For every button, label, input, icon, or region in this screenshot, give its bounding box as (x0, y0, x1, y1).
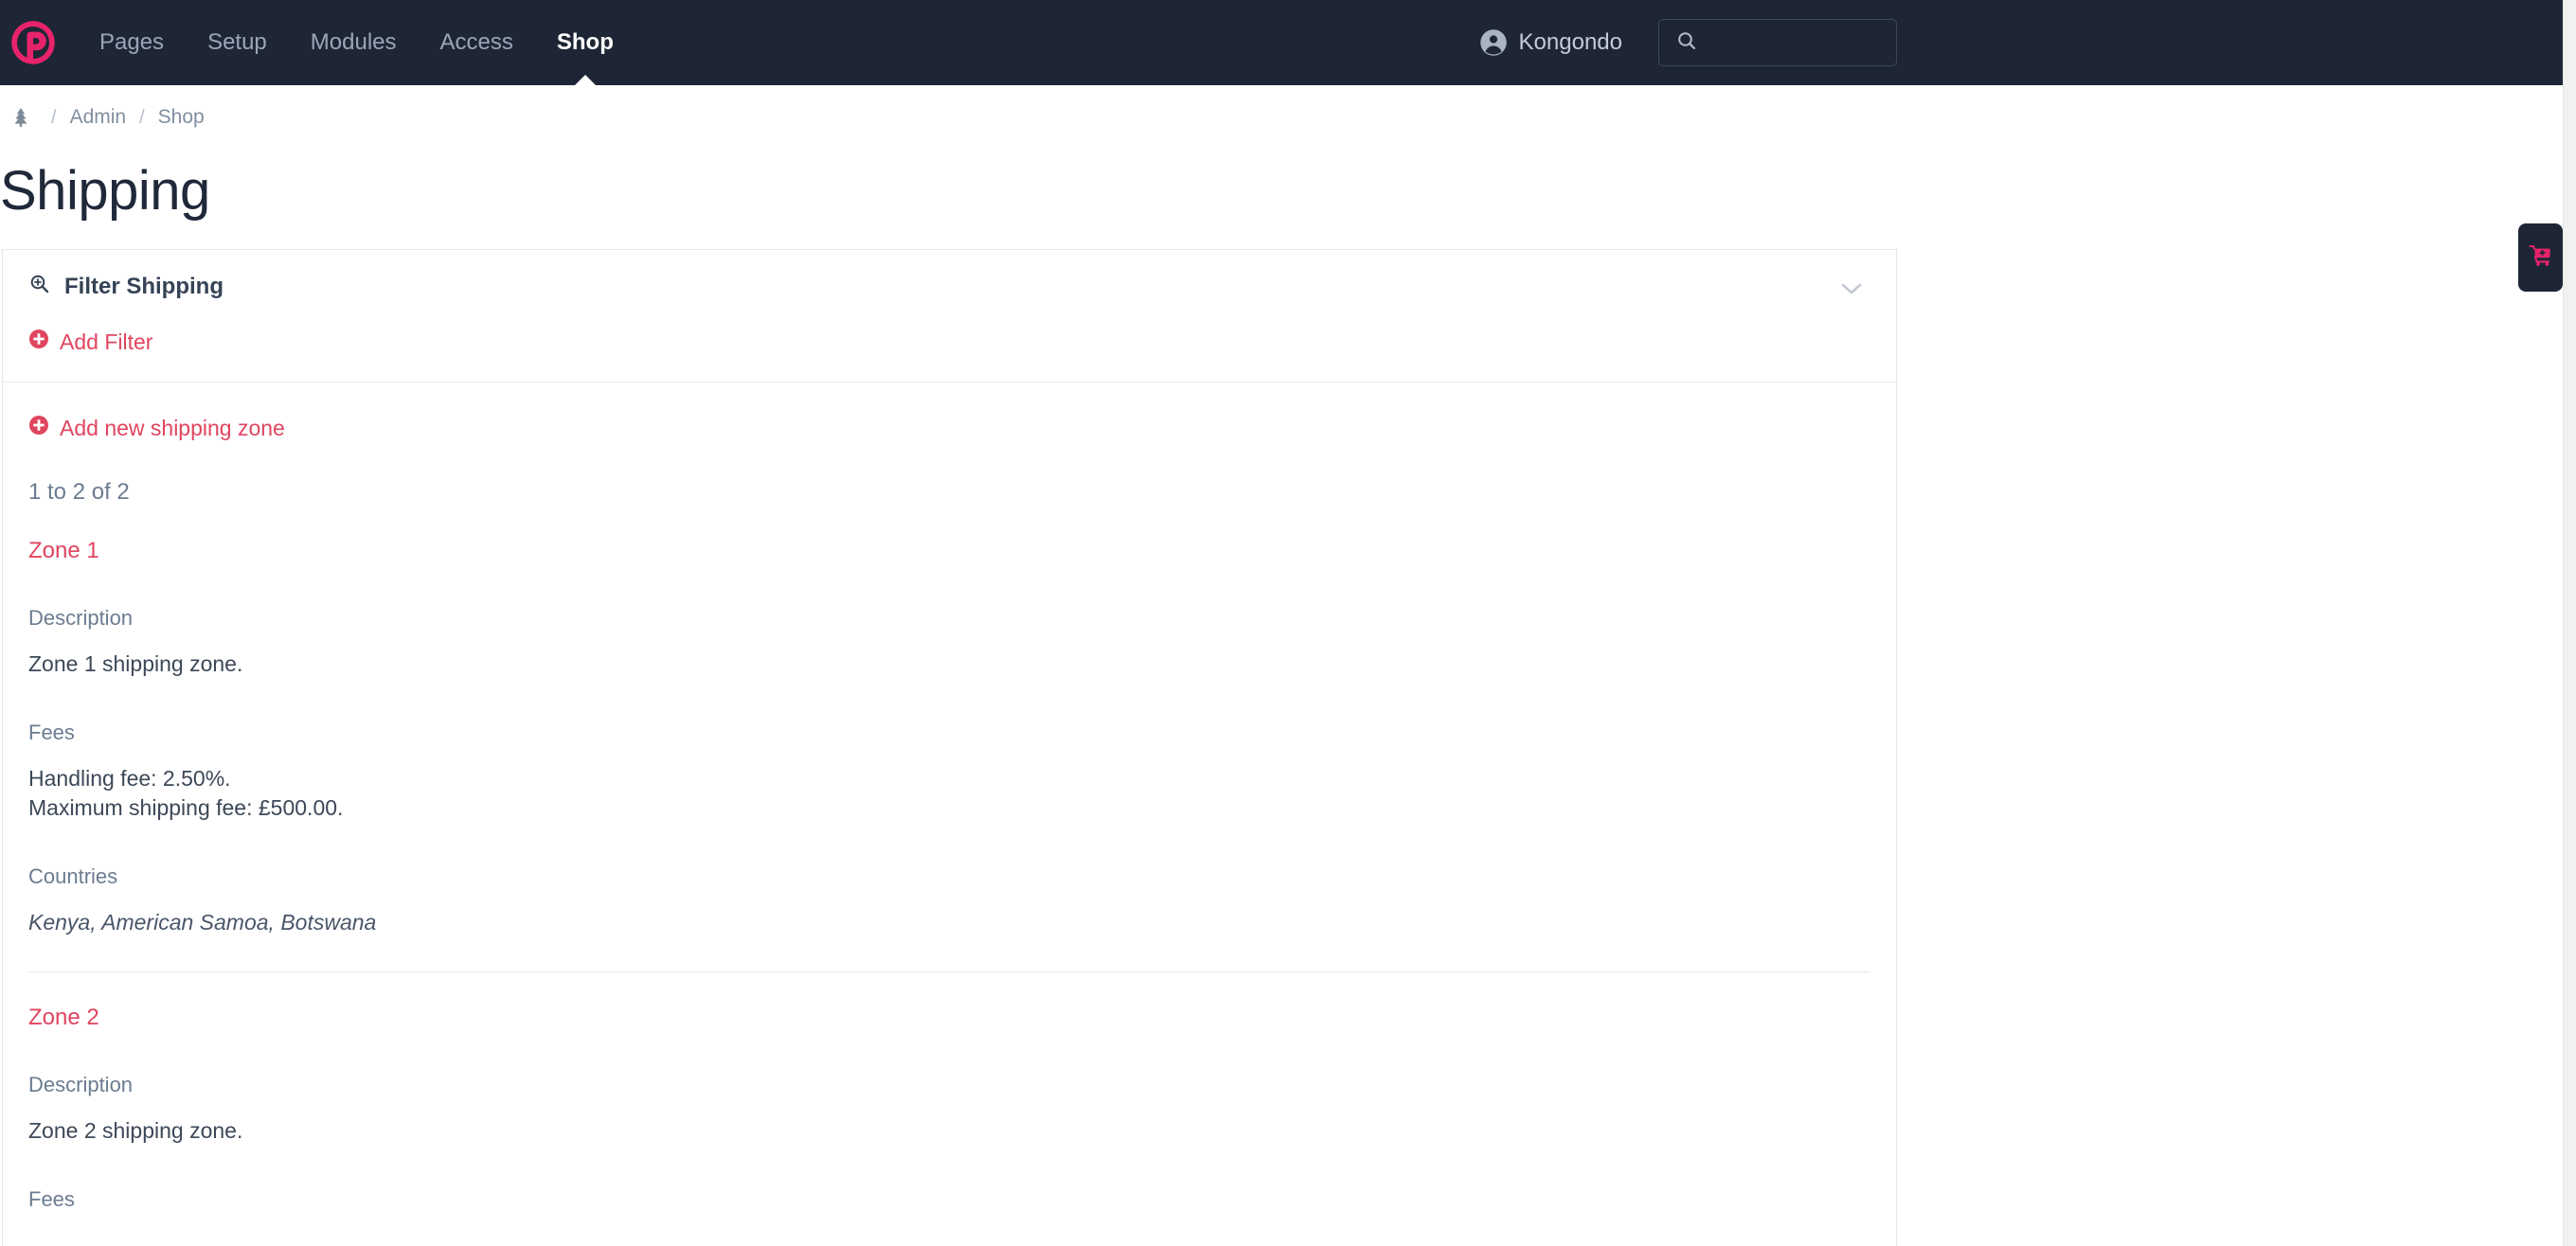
plus-circle-icon (28, 329, 49, 355)
plus-circle-icon (28, 415, 49, 441)
page-title: Shipping (0, 160, 210, 222)
user-menu[interactable]: Kongondo (1479, 28, 1622, 57)
zone-title-link[interactable]: Zone 1 (28, 538, 99, 564)
nav-item-label: Pages (99, 29, 165, 55)
field-label-fees: Fees (28, 721, 75, 744)
cart-side-tab[interactable] (2518, 223, 2563, 292)
user-name-label: Kongondo (1518, 29, 1622, 55)
add-new-shipping-zone-label: Add new shipping zone (60, 415, 285, 440)
breadcrumb: / Admin / Shop (0, 106, 205, 129)
breadcrumb-item-admin[interactable]: Admin (70, 106, 127, 129)
nav-item-label: Shop (556, 29, 614, 55)
nav-item-setup[interactable]: Setup (186, 0, 289, 85)
filter-shipping-title: Filter Shipping (64, 273, 224, 299)
result-count: 1 to 2 of 2 (28, 479, 130, 505)
processwire-logo-icon[interactable] (6, 15, 61, 70)
zone-title-link[interactable]: Zone 2 (28, 1005, 99, 1031)
masthead-right: Kongondo (1479, 0, 2576, 85)
shipping-zones-section: Add new shipping zone 1 to 2 of 2 Zone 1… (3, 383, 1896, 1212)
nav-item-pages[interactable]: Pages (78, 0, 186, 85)
zone-description-value: Zone 1 shipping zone. (28, 651, 243, 676)
field-label-countries: Countries (28, 864, 118, 888)
scroll-corner (2548, 1233, 2563, 1246)
search-box[interactable] (1658, 19, 1897, 66)
nav-item-label: Access (439, 29, 513, 55)
filter-shipping-header[interactable]: Filter Shipping (3, 273, 1896, 300)
search-plus-icon (28, 273, 51, 300)
search-icon (1675, 29, 1698, 57)
add-filter-button[interactable]: Add Filter (3, 329, 1896, 355)
field-label-fees: Fees (28, 1187, 75, 1211)
zone-countries-value: Kenya, American Samoa, Botswana (28, 910, 377, 934)
nav-item-shop[interactable]: Shop (535, 0, 635, 85)
add-filter-label: Add Filter (60, 329, 153, 354)
field-label-description: Description (28, 606, 134, 630)
breadcrumb-separator: / (51, 106, 57, 128)
user-circle-icon (1479, 28, 1508, 57)
field-label-description: Description (28, 1073, 134, 1096)
cart-plus-icon (2528, 244, 2553, 272)
search-input[interactable] (1708, 31, 1887, 54)
add-new-shipping-zone-button[interactable]: Add new shipping zone (3, 415, 1896, 441)
nav-item-label: Modules (310, 29, 397, 55)
nav-item-access[interactable]: Access (419, 0, 535, 85)
zone-description-value: Zone 2 shipping zone. (28, 1118, 243, 1143)
app-root: Pages Setup Modules Access Shop Kongondo… (0, 0, 2576, 1246)
nav-item-label: Setup (207, 29, 267, 55)
filter-shipping-section: Filter Shipping Add Filter (3, 250, 1896, 383)
shipping-zone-item: Zone 1 Description Zone 1 shipping zone.… (3, 506, 1896, 937)
chevron-down-icon[interactable] (1841, 282, 1862, 300)
main-panel: Filter Shipping Add Filter Add new shipp… (2, 249, 1897, 1246)
zone-fees-value: Handling fee: 2.50%. Maximum shipping fe… (28, 766, 344, 820)
tree-icon[interactable] (4, 107, 38, 128)
shipping-zone-item: Zone 2 Description Zone 2 shipping zone.… (3, 972, 1896, 1212)
page-scrollbar[interactable] (2563, 0, 2576, 1246)
breadcrumb-item-shop[interactable]: Shop (158, 106, 205, 129)
masthead: Pages Setup Modules Access Shop Kongondo (0, 0, 2576, 85)
primary-nav: Pages Setup Modules Access Shop (78, 0, 635, 85)
breadcrumb-separator: / (139, 106, 145, 128)
nav-item-modules[interactable]: Modules (289, 0, 419, 85)
